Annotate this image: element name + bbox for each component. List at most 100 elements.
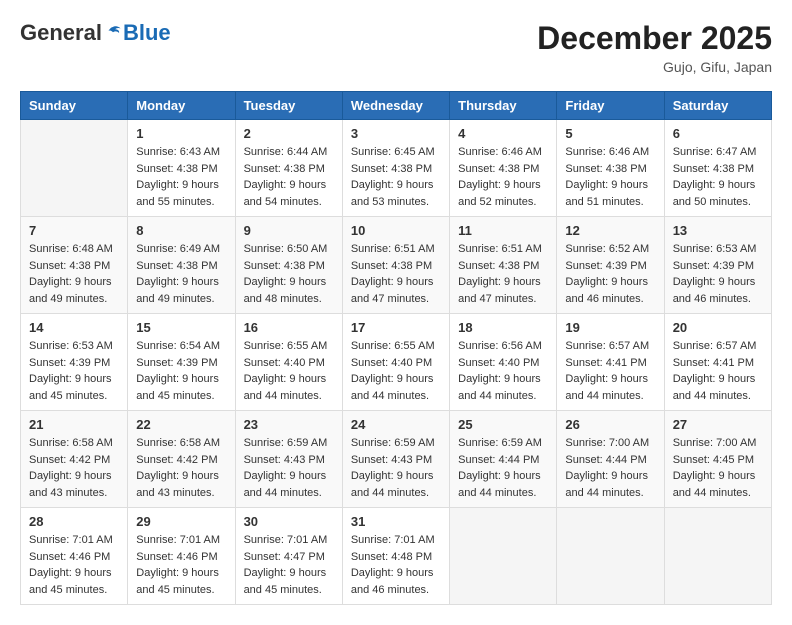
- calendar-cell: 27 Sunrise: 7:00 AM Sunset: 4:45 PM Dayli…: [664, 411, 771, 508]
- calendar-cell: 24Sunrise: 6:59 AM Sunset: 4:43 PM Dayli…: [342, 411, 449, 508]
- calendar-cell: 11 Sunrise: 6:51 AM Sunset: 4:38 PM Dayli…: [450, 217, 557, 314]
- day-info: Sunrise: 6:55 AM Sunset: 4:40 PM Dayligh…: [244, 338, 334, 404]
- day-number: 28: [29, 514, 119, 529]
- logo-bird-icon: [104, 24, 122, 42]
- weekday-header-wednesday: Wednesday: [342, 92, 449, 120]
- day-number: 1: [136, 126, 226, 141]
- day-info: Sunrise: 6:59 AM Sunset: 4:44 PM Dayligh…: [458, 435, 548, 501]
- day-number: 30: [244, 514, 334, 529]
- day-info: Sunrise: 6:44 AM Sunset: 4:38 PM Dayligh…: [244, 144, 334, 210]
- calendar-cell: 21Sunrise: 6:58 AM Sunset: 4:42 PM Dayli…: [21, 411, 128, 508]
- day-number: 31: [351, 514, 441, 529]
- day-number: 16: [244, 320, 334, 335]
- day-number: 23: [244, 417, 334, 432]
- day-info: Sunrise: 7:01 AM Sunset: 4:48 PM Dayligh…: [351, 532, 441, 598]
- calendar-cell: 15Sunrise: 6:54 AM Sunset: 4:39 PM Dayli…: [128, 314, 235, 411]
- day-number: 18: [458, 320, 548, 335]
- calendar-cell: [450, 508, 557, 605]
- calendar-week-1: 1Sunrise: 6:43 AM Sunset: 4:38 PM Daylig…: [21, 120, 772, 217]
- calendar-cell: 26 Sunrise: 7:00 AM Sunset: 4:44 PM Dayli…: [557, 411, 664, 508]
- day-number: 2: [244, 126, 334, 141]
- day-info: Sunrise: 6:48 AM Sunset: 4:38 PM Dayligh…: [29, 241, 119, 307]
- day-number: 11: [458, 223, 548, 238]
- calendar-week-2: 7 Sunrise: 6:48 AM Sunset: 4:38 PM Daylig…: [21, 217, 772, 314]
- day-info: Sunrise: 7:01 AM Sunset: 4:47 PM Dayligh…: [244, 532, 334, 598]
- day-info: Sunrise: 6:55 AM Sunset: 4:40 PM Dayligh…: [351, 338, 441, 404]
- day-info: Sunrise: 7:01 AM Sunset: 4:46 PM Dayligh…: [136, 532, 226, 598]
- day-info: Sunrise: 6:53 AM Sunset: 4:39 PM Dayligh…: [29, 338, 119, 404]
- calendar-cell: 3Sunrise: 6:45 AM Sunset: 4:38 PM Daylig…: [342, 120, 449, 217]
- calendar-cell: 31 Sunrise: 7:01 AM Sunset: 4:48 PM Dayli…: [342, 508, 449, 605]
- calendar-week-5: 28 Sunrise: 7:01 AM Sunset: 4:46 PM Dayli…: [21, 508, 772, 605]
- calendar-cell: 23 Sunrise: 6:59 AM Sunset: 4:43 PM Dayli…: [235, 411, 342, 508]
- page-header: General Blue December 2025 Gujo, Gifu, J…: [20, 20, 772, 75]
- weekday-header-monday: Monday: [128, 92, 235, 120]
- day-info: Sunrise: 6:52 AM Sunset: 4:39 PM Dayligh…: [565, 241, 655, 307]
- day-number: 10: [351, 223, 441, 238]
- calendar-cell: 4Sunrise: 6:46 AM Sunset: 4:38 PM Daylig…: [450, 120, 557, 217]
- weekday-header-sunday: Sunday: [21, 92, 128, 120]
- calendar-cell: 7 Sunrise: 6:48 AM Sunset: 4:38 PM Daylig…: [21, 217, 128, 314]
- day-number: 4: [458, 126, 548, 141]
- calendar-cell: 1Sunrise: 6:43 AM Sunset: 4:38 PM Daylig…: [128, 120, 235, 217]
- location-text: Gujo, Gifu, Japan: [537, 59, 772, 75]
- day-info: Sunrise: 6:46 AM Sunset: 4:38 PM Dayligh…: [565, 144, 655, 210]
- day-info: Sunrise: 6:50 AM Sunset: 4:38 PM Dayligh…: [244, 241, 334, 307]
- day-number: 3: [351, 126, 441, 141]
- calendar-cell: 13 Sunrise: 6:53 AM Sunset: 4:39 PM Dayli…: [664, 217, 771, 314]
- calendar-week-3: 14 Sunrise: 6:53 AM Sunset: 4:39 PM Dayli…: [21, 314, 772, 411]
- day-info: Sunrise: 6:51 AM Sunset: 4:38 PM Dayligh…: [458, 241, 548, 307]
- logo-general-text: General: [20, 20, 102, 46]
- calendar-cell: 19 Sunrise: 6:57 AM Sunset: 4:41 PM Dayli…: [557, 314, 664, 411]
- day-number: 8: [136, 223, 226, 238]
- day-number: 26: [565, 417, 655, 432]
- day-number: 19: [565, 320, 655, 335]
- calendar-cell: 14 Sunrise: 6:53 AM Sunset: 4:39 PM Dayli…: [21, 314, 128, 411]
- calendar-cell: [21, 120, 128, 217]
- calendar-week-4: 21Sunrise: 6:58 AM Sunset: 4:42 PM Dayli…: [21, 411, 772, 508]
- calendar-cell: 9 Sunrise: 6:50 AM Sunset: 4:38 PM Daylig…: [235, 217, 342, 314]
- logo-blue-text: Blue: [123, 20, 171, 46]
- logo: General Blue: [20, 20, 171, 46]
- day-number: 27: [673, 417, 763, 432]
- day-info: Sunrise: 6:58 AM Sunset: 4:42 PM Dayligh…: [29, 435, 119, 501]
- day-number: 15: [136, 320, 226, 335]
- calendar-cell: 12 Sunrise: 6:52 AM Sunset: 4:39 PM Dayli…: [557, 217, 664, 314]
- day-number: 22: [136, 417, 226, 432]
- calendar-cell: 30 Sunrise: 7:01 AM Sunset: 4:47 PM Dayli…: [235, 508, 342, 605]
- calendar-cell: [664, 508, 771, 605]
- day-info: Sunrise: 6:57 AM Sunset: 4:41 PM Dayligh…: [673, 338, 763, 404]
- calendar-cell: 2 Sunrise: 6:44 AM Sunset: 4:38 PM Daylig…: [235, 120, 342, 217]
- calendar-cell: 5Sunrise: 6:46 AM Sunset: 4:38 PM Daylig…: [557, 120, 664, 217]
- day-number: 13: [673, 223, 763, 238]
- day-number: 12: [565, 223, 655, 238]
- weekday-header-thursday: Thursday: [450, 92, 557, 120]
- day-info: Sunrise: 6:57 AM Sunset: 4:41 PM Dayligh…: [565, 338, 655, 404]
- calendar-cell: 28Sunrise: 7:01 AM Sunset: 4:46 PM Dayli…: [21, 508, 128, 605]
- day-number: 20: [673, 320, 763, 335]
- weekday-header-row: SundayMondayTuesdayWednesdayThursdayFrid…: [21, 92, 772, 120]
- day-info: Sunrise: 6:58 AM Sunset: 4:42 PM Dayligh…: [136, 435, 226, 501]
- calendar-cell: 8Sunrise: 6:49 AM Sunset: 4:38 PM Daylig…: [128, 217, 235, 314]
- day-info: Sunrise: 6:47 AM Sunset: 4:38 PM Dayligh…: [673, 144, 763, 210]
- day-number: 9: [244, 223, 334, 238]
- calendar-cell: 17Sunrise: 6:55 AM Sunset: 4:40 PM Dayli…: [342, 314, 449, 411]
- calendar-cell: 10Sunrise: 6:51 AM Sunset: 4:38 PM Dayli…: [342, 217, 449, 314]
- calendar-cell: 29Sunrise: 7:01 AM Sunset: 4:46 PM Dayli…: [128, 508, 235, 605]
- calendar-table: SundayMondayTuesdayWednesdayThursdayFrid…: [20, 91, 772, 605]
- day-info: Sunrise: 6:53 AM Sunset: 4:39 PM Dayligh…: [673, 241, 763, 307]
- day-info: Sunrise: 6:59 AM Sunset: 4:43 PM Dayligh…: [244, 435, 334, 501]
- day-number: 14: [29, 320, 119, 335]
- weekday-header-friday: Friday: [557, 92, 664, 120]
- day-number: 25: [458, 417, 548, 432]
- day-number: 6: [673, 126, 763, 141]
- calendar-cell: 22 Sunrise: 6:58 AM Sunset: 4:42 PM Dayli…: [128, 411, 235, 508]
- weekday-header-tuesday: Tuesday: [235, 92, 342, 120]
- day-info: Sunrise: 6:59 AM Sunset: 4:43 PM Dayligh…: [351, 435, 441, 501]
- day-info: Sunrise: 7:00 AM Sunset: 4:44 PM Dayligh…: [565, 435, 655, 501]
- title-section: December 2025 Gujo, Gifu, Japan: [537, 20, 772, 75]
- month-title: December 2025: [537, 20, 772, 57]
- calendar-cell: 6 Sunrise: 6:47 AM Sunset: 4:38 PM Daylig…: [664, 120, 771, 217]
- day-info: Sunrise: 7:00 AM Sunset: 4:45 PM Dayligh…: [673, 435, 763, 501]
- day-number: 7: [29, 223, 119, 238]
